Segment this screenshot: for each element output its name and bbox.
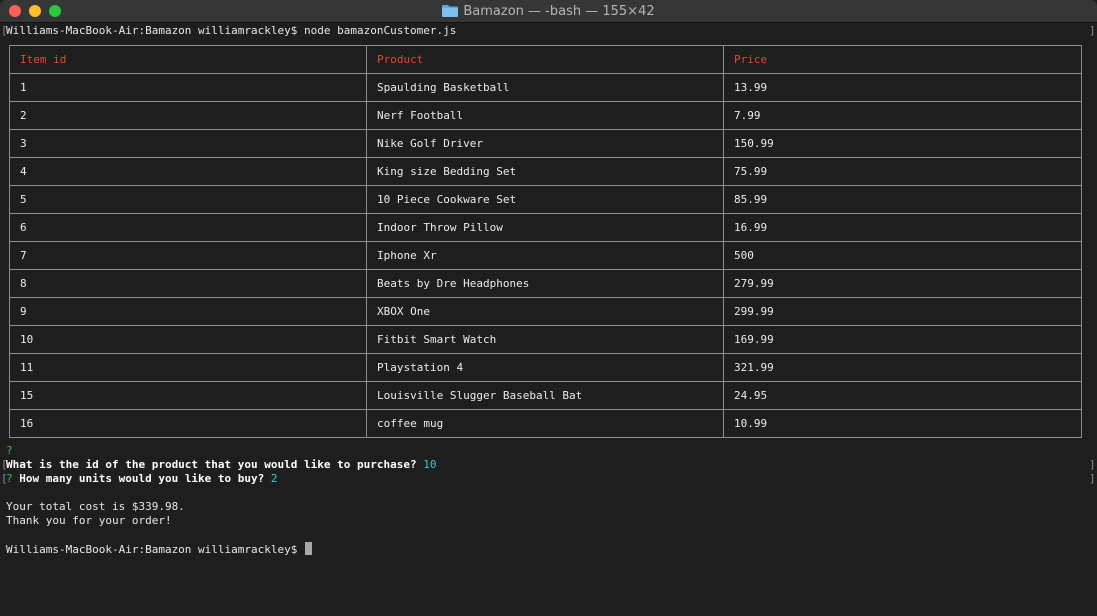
cell-item-id: 10 xyxy=(9,325,367,354)
cell-item-id: 8 xyxy=(9,269,367,298)
folder-icon xyxy=(442,5,459,17)
question-2-line: ? How many units would you like to buy? … xyxy=(6,472,278,486)
cell-product: coffee mug xyxy=(366,409,724,438)
terminal-window: Bamazon — -bash — 155×42 [ ] Williams-Ma… xyxy=(0,0,1097,616)
zoom-button[interactable] xyxy=(49,5,61,17)
total-cost-line: Your total cost is $339.98. xyxy=(6,500,185,513)
window-controls xyxy=(9,5,61,17)
answer-1: 10 xyxy=(423,458,437,471)
cell-product: Nerf Football xyxy=(366,101,724,130)
question-1-line: What is the id of the product that you w… xyxy=(6,458,436,472)
cell-product: Nike Golf Driver xyxy=(366,129,724,158)
table-row: 4 King size Bedding Set 75.99 xyxy=(9,157,1082,186)
question-2-text: How many units would you like to buy? xyxy=(19,472,265,485)
answer-2: 2 xyxy=(270,472,278,485)
question-2-mark: ? xyxy=(6,472,13,485)
cell-product: King size Bedding Set xyxy=(366,157,724,186)
final-prompt-line[interactable]: Williams-MacBook-Air:Bamazon williamrack… xyxy=(6,542,313,556)
cell-product: 10 Piece Cookware Set xyxy=(366,185,724,214)
cell-item-id: 16 xyxy=(9,409,367,438)
title-bar[interactable]: Bamazon — -bash — 155×42 xyxy=(0,0,1097,23)
cell-product: Louisville Slugger Baseball Bat xyxy=(366,381,724,410)
cell-price: 279.99 xyxy=(723,269,1082,298)
cell-item-id: 1 xyxy=(9,73,367,102)
window-title: Bamazon — -bash — 155×42 xyxy=(463,3,655,19)
table-row: 8 Beats by Dre Headphones 279.99 xyxy=(9,269,1082,298)
table-row: 10 Fitbit Smart Watch 169.99 xyxy=(9,325,1082,354)
minimize-button[interactable] xyxy=(29,5,41,17)
cell-product: Spaulding Basketball xyxy=(366,73,724,102)
cell-price: 24.95 xyxy=(723,381,1082,410)
cell-product: XBOX One xyxy=(366,297,724,326)
cell-item-id: 7 xyxy=(9,241,367,270)
cell-price: 13.99 xyxy=(723,73,1082,102)
table-row: 7 Iphone Xr 500 xyxy=(9,241,1082,270)
cell-item-id: 6 xyxy=(9,213,367,242)
column-header-item-id: Item id xyxy=(9,45,367,74)
cell-product: Playstation 4 xyxy=(366,353,724,382)
question-mark: ? xyxy=(6,444,13,457)
question-1-text: What is the id of the product that you w… xyxy=(6,458,417,471)
products-table: Item id Product Price 1 Spaulding Basketb… xyxy=(9,45,1082,438)
close-button[interactable] xyxy=(9,5,21,17)
table-row: 16 coffee mug 10.99 xyxy=(9,409,1082,438)
cell-item-id: 11 xyxy=(9,353,367,382)
cell-product: Fitbit Smart Watch xyxy=(366,325,724,354)
cell-item-id: 2 xyxy=(9,101,367,130)
column-header-price: Price xyxy=(723,45,1082,74)
cell-price: 169.99 xyxy=(723,325,1082,354)
command-line: Williams-MacBook-Air:Bamazon williamrack… xyxy=(6,24,457,37)
cell-item-id: 5 xyxy=(9,185,367,214)
table-row: 15 Louisville Slugger Baseball Bat 24.95 xyxy=(9,381,1082,410)
table-row: 1 Spaulding Basketball 13.99 xyxy=(9,73,1082,102)
cell-product: Indoor Throw Pillow xyxy=(366,213,724,242)
terminal-body[interactable]: [ ] Williams-MacBook-Air:Bamazon william… xyxy=(0,23,1097,616)
table-row: 3 Nike Golf Driver 150.99 xyxy=(9,129,1082,158)
table-row: 9 XBOX One 299.99 xyxy=(9,297,1082,326)
window-title-group: Bamazon — -bash — 155×42 xyxy=(442,3,655,19)
cell-product: Iphone Xr xyxy=(366,241,724,270)
cell-price: 299.99 xyxy=(723,297,1082,326)
cell-price: 16.99 xyxy=(723,213,1082,242)
cell-price: 10.99 xyxy=(723,409,1082,438)
table-row: 5 10 Piece Cookware Set 85.99 xyxy=(9,185,1082,214)
cell-item-id: 9 xyxy=(9,297,367,326)
column-header-product: Product xyxy=(366,45,724,74)
cell-price: 7.99 xyxy=(723,101,1082,130)
cell-price: 75.99 xyxy=(723,157,1082,186)
cell-price: 150.99 xyxy=(723,129,1082,158)
thank-you-line: Thank you for your order! xyxy=(6,514,172,527)
mark-bracket-right: ] xyxy=(1089,24,1096,37)
table-row: 6 Indoor Throw Pillow 16.99 xyxy=(9,213,1082,242)
cell-price: 321.99 xyxy=(723,353,1082,382)
mark-bracket-right: ] xyxy=(1089,458,1096,471)
final-prompt: Williams-MacBook-Air:Bamazon williamrack… xyxy=(6,543,298,556)
cell-price: 85.99 xyxy=(723,185,1082,214)
cell-item-id: 3 xyxy=(9,129,367,158)
text-cursor xyxy=(305,542,313,555)
cell-price: 500 xyxy=(723,241,1082,270)
cell-product: Beats by Dre Headphones xyxy=(366,269,724,298)
cell-item-id: 4 xyxy=(9,157,367,186)
mark-bracket-right: ] xyxy=(1089,472,1096,485)
table-row: 2 Nerf Football 7.99 xyxy=(9,101,1082,130)
table-header-row: Item id Product Price xyxy=(9,45,1082,74)
cell-item-id: 15 xyxy=(9,381,367,410)
table-row: 11 Playstation 4 321.99 xyxy=(9,353,1082,382)
table-body: 1 Spaulding Basketball 13.99 2 Nerf Football… xyxy=(9,73,1082,438)
